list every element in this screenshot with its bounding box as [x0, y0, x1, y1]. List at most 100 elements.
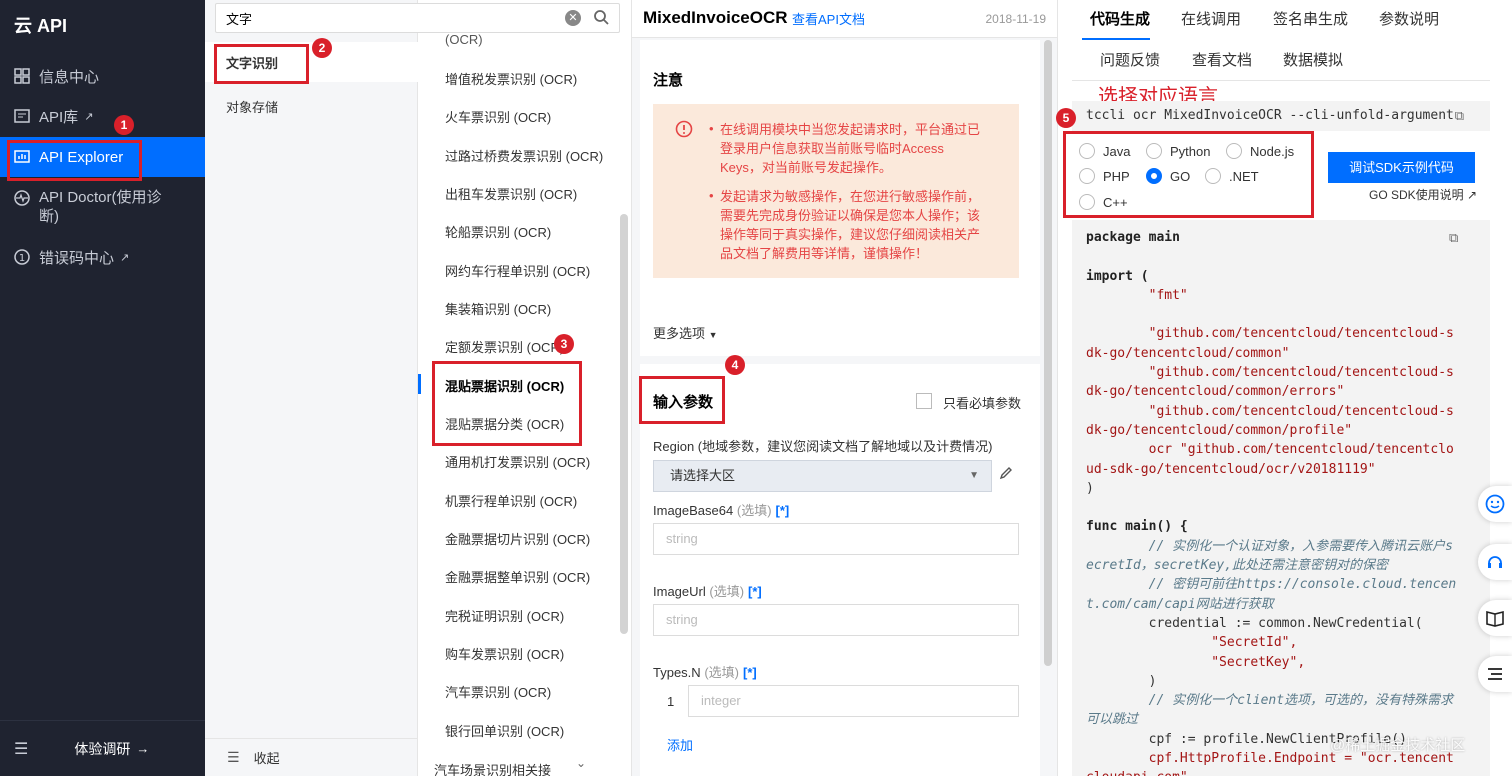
- collapse-button[interactable]: ☰ 收起: [205, 738, 418, 776]
- tab-codegen[interactable]: 代码生成: [1090, 8, 1150, 29]
- types-input[interactable]: integer: [688, 685, 1019, 717]
- nav-item-api-library[interactable]: API库 ↗: [0, 96, 205, 136]
- collapse-label: 收起: [253, 751, 280, 766]
- copy-icon[interactable]: ⧉: [1449, 230, 1458, 246]
- imagebase64-label: ImageBase64 (选填) [*]: [653, 500, 789, 519]
- selection-indicator: [418, 374, 421, 394]
- tab-params[interactable]: 参数说明: [1379, 8, 1439, 29]
- code-line: "github.com/tencentcloud/tencentcloud-s: [1086, 326, 1454, 342]
- imageurl-input[interactable]: string: [653, 604, 1019, 636]
- api-item[interactable]: 金融票据整单识别 (OCR): [445, 567, 590, 586]
- code-line: dk-go/tencentcloud/common/profile": [1086, 422, 1353, 438]
- required-only-label: 只看必填参数: [943, 396, 1022, 411]
- api-item[interactable]: 定额发票识别 (OCR): [445, 337, 564, 356]
- add-button[interactable]: 添加: [667, 735, 693, 754]
- nav-item-api-doctor[interactable]: API Doctor(使用诊断): [0, 186, 205, 230]
- annotation-badge-4: 4: [725, 355, 745, 375]
- scrollbar[interactable]: [1044, 40, 1052, 666]
- list-icon[interactable]: [1478, 656, 1512, 692]
- required-only-checkbox[interactable]: [916, 393, 932, 409]
- edit-icon[interactable]: [998, 465, 1014, 484]
- api-doc-link[interactable]: 查看API文档: [792, 9, 865, 28]
- imagebase64-input[interactable]: string: [653, 523, 1019, 555]
- copy-icon[interactable]: ⧉: [1455, 108, 1464, 124]
- nav-item-label: API库: [39, 108, 79, 126]
- optional-tag: (选填): [736, 503, 772, 518]
- api-group-header[interactable]: 汽车场景识别相关接: [434, 760, 551, 776]
- sdk-doc-link[interactable]: GO SDK使用说明 ↗: [1369, 186, 1477, 203]
- warning-icon: [675, 120, 693, 141]
- api-item[interactable]: 汽车票识别 (OCR): [445, 682, 551, 701]
- caret-down-icon: ▼: [969, 470, 979, 481]
- api-item[interactable]: 机票行程单识别 (OCR): [445, 491, 577, 510]
- api-item[interactable]: 增值税发票识别 (OCR): [445, 69, 577, 88]
- nav-item-error-codes[interactable]: 1 错误码中心 ↗: [0, 237, 205, 277]
- code-line: "SecretKey",: [1086, 654, 1306, 670]
- clear-icon[interactable]: ✕: [565, 10, 581, 26]
- support-icon[interactable]: [1478, 544, 1512, 580]
- annotation-box-4: [639, 376, 725, 424]
- api-item[interactable]: 过路过桥费发票识别 (OCR): [445, 146, 603, 165]
- code-line: "github.com/tencentcloud/tencentcloud-s: [1086, 365, 1454, 381]
- cli-command: tccli ocr MixedInvoiceOCR --cli-unfold-a…: [1086, 108, 1454, 123]
- code-line: "fmt": [1086, 287, 1188, 303]
- annotation-badge-1: 1: [114, 115, 134, 135]
- nav-footer: ☰ 体验调研 →: [0, 720, 205, 776]
- category-cos[interactable]: 对象存储: [205, 86, 418, 126]
- code-line: package main: [1086, 230, 1180, 245]
- external-link-icon: ↗: [1467, 188, 1478, 202]
- debug-sdk-button[interactable]: 调试SDK示例代码: [1328, 152, 1475, 183]
- tab-online-call[interactable]: 在线调用: [1181, 8, 1241, 29]
- nav-item-label: 错误码中心: [39, 249, 115, 267]
- more-options[interactable]: 更多选项 ▼: [653, 323, 718, 342]
- region-label: Region (地域参数，建议您阅读文档了解地域以及计费情况): [653, 439, 993, 454]
- tab-feedback[interactable]: 问题反馈: [1100, 49, 1160, 70]
- book-icon[interactable]: [1478, 600, 1512, 636]
- bullet: •: [709, 188, 714, 203]
- search-input[interactable]: [226, 10, 565, 26]
- tab-signature[interactable]: 签名串生成: [1273, 8, 1348, 29]
- left-nav: 云 API 信息中心 API库 ↗ API Explorer API Docto…: [0, 0, 205, 776]
- api-item[interactable]: (OCR): [445, 32, 483, 47]
- code-line: "github.com/tencentcloud/tencentcloud-s: [1086, 403, 1454, 419]
- nav-item-label: API Doctor(使用诊断): [39, 189, 162, 225]
- code-line: dk-go/tencentcloud/common/errors": [1086, 384, 1345, 400]
- menu-collapse-icon[interactable]: ☰: [14, 739, 28, 759]
- star-link[interactable]: [*]: [748, 584, 762, 599]
- code-line: credential := common.NewCredential(: [1086, 615, 1423, 631]
- smile-icon[interactable]: [1478, 486, 1512, 522]
- nav-item-info-center[interactable]: 信息中心: [0, 56, 205, 96]
- main-header: MixedInvoiceOCR 查看API文档 2018-11-19: [632, 0, 1057, 38]
- api-item[interactable]: 购车发票识别 (OCR): [445, 644, 564, 663]
- api-item[interactable]: 集装箱识别 (OCR): [445, 299, 551, 318]
- region-select[interactable]: 请选择大区 ▼: [653, 460, 992, 492]
- api-item[interactable]: 通用机打发票识别 (OCR): [445, 452, 590, 471]
- code-line: ecretId，secretKey,此处还需注意密钥对的保密: [1086, 558, 1389, 574]
- more-options-label: 更多选项: [653, 326, 706, 341]
- api-item[interactable]: 火车票识别 (OCR): [445, 107, 551, 126]
- search-icon[interactable]: [593, 9, 609, 28]
- api-item[interactable]: 网约车行程单识别 (OCR): [445, 261, 590, 280]
- api-item[interactable]: 完税证明识别 (OCR): [445, 606, 564, 625]
- chevron-down-icon[interactable]: ⌄: [576, 756, 586, 770]
- api-item[interactable]: 银行回单识别 (OCR): [445, 721, 564, 740]
- scrollbar[interactable]: [620, 214, 628, 634]
- api-item[interactable]: 轮船票识别 (OCR): [445, 222, 551, 241]
- survey-link[interactable]: 体验调研: [74, 739, 130, 759]
- code-block: package main import ( "fmt" "github.com/…: [1072, 220, 1490, 776]
- annotation-box-1: [7, 140, 142, 181]
- star-link[interactable]: [*]: [776, 503, 790, 518]
- grid-icon: [14, 68, 30, 84]
- code-line: ud-sdk-go/tencentcloud/ocr/v20181119": [1086, 461, 1376, 477]
- notice-text-2: 发起请求为敏感操作，在您进行敏感操作前，需要先完成身份验证以确保是您本人操作；该…: [720, 189, 981, 261]
- types-index: 1: [667, 694, 675, 709]
- api-item[interactable]: 金融票据切片识别 (OCR): [445, 529, 590, 548]
- tab-mock[interactable]: 数据模拟: [1283, 49, 1343, 70]
- types-label: Types.N (选填) [*]: [653, 662, 757, 681]
- api-item[interactable]: 出租车发票识别 (OCR): [445, 184, 577, 203]
- tab-docs[interactable]: 查看文档: [1192, 49, 1252, 70]
- notice-title: 注意: [653, 72, 684, 89]
- star-link[interactable]: [*]: [743, 665, 757, 680]
